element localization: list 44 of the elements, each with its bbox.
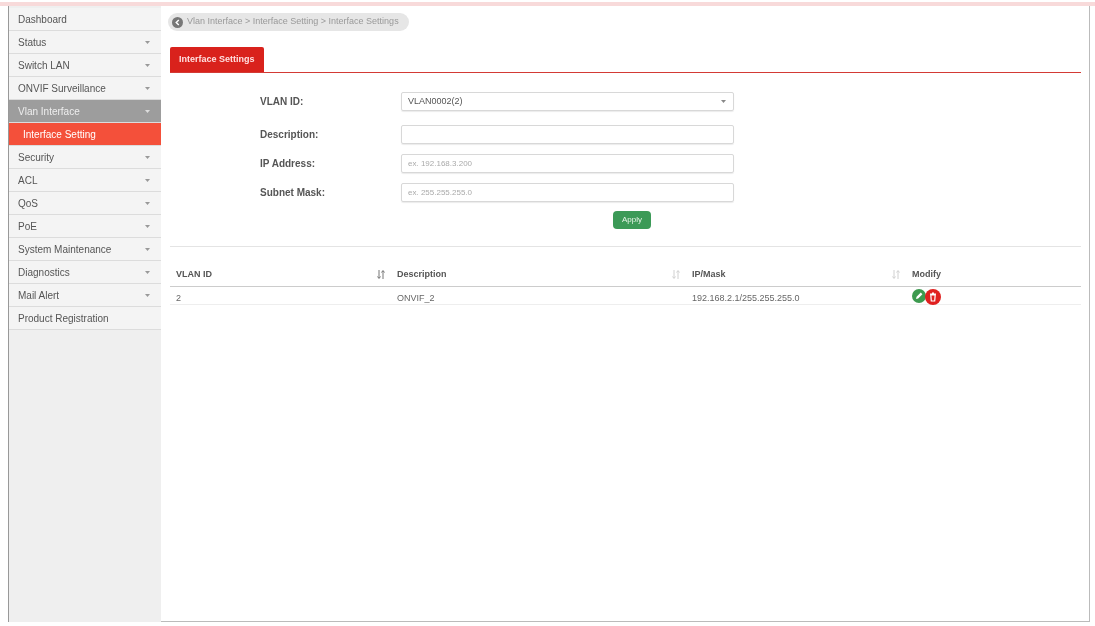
caret-down-icon bbox=[145, 224, 150, 228]
back-arrow-icon[interactable] bbox=[172, 16, 183, 28]
table-cell: 2 bbox=[176, 292, 181, 303]
caret-down-icon bbox=[145, 63, 150, 67]
table-cell: ONVIF_2 bbox=[397, 292, 435, 303]
column-header[interactable]: Modify bbox=[912, 267, 941, 282]
field-label: Description: bbox=[260, 128, 320, 142]
sidebar-item[interactable]: PoE bbox=[9, 215, 161, 238]
sidebar-item[interactable]: System Maintenance bbox=[9, 238, 161, 261]
column-header[interactable]: IP/Mask bbox=[692, 267, 726, 282]
sidebar-item[interactable]: Dashboard bbox=[9, 8, 161, 31]
sidebar-item[interactable]: QoS bbox=[9, 192, 161, 215]
field-label: VLAN ID: bbox=[260, 95, 305, 109]
sidebar-item[interactable]: ACL bbox=[9, 169, 161, 192]
sidebar-item[interactable]: Status bbox=[9, 31, 161, 54]
caret-down-icon bbox=[145, 178, 150, 182]
sidebar-item[interactable]: Security bbox=[9, 146, 161, 169]
input-field[interactable] bbox=[401, 125, 734, 144]
caret-down-icon bbox=[721, 100, 726, 103]
column-header[interactable]: VLAN ID bbox=[176, 267, 212, 282]
caret-down-icon bbox=[145, 40, 150, 44]
caret-down-icon bbox=[145, 293, 150, 297]
caret-down-icon bbox=[145, 155, 150, 159]
trash-icon[interactable] bbox=[925, 289, 941, 305]
column-header[interactable]: Description bbox=[397, 267, 447, 282]
table-cell: 192.168.2.1/255.255.255.0 bbox=[692, 292, 800, 303]
tab[interactable]: Interface Settings bbox=[170, 47, 264, 72]
caret-down-icon bbox=[145, 109, 150, 113]
input-field[interactable]: ex. 192.168.3.200 bbox=[401, 154, 734, 173]
caret-down-icon bbox=[145, 201, 150, 205]
field-label: Subnet Mask: bbox=[260, 186, 326, 200]
pencil-icon[interactable] bbox=[912, 288, 926, 303]
caret-down-icon bbox=[145, 86, 150, 90]
sidebar-item[interactable]: Mail Alert bbox=[9, 284, 161, 307]
sidebar-item[interactable]: Switch LAN bbox=[9, 54, 161, 77]
input-field[interactable]: ex. 255.255.255.0 bbox=[401, 183, 734, 202]
sidebar-item[interactable]: ONVIF Surveillance bbox=[9, 77, 161, 100]
sidebar-item[interactable]: Product Registration bbox=[9, 307, 161, 330]
field-label: IP Address: bbox=[260, 157, 317, 171]
caret-down-icon bbox=[145, 270, 150, 274]
vlan-select[interactable]: VLAN0002(2) bbox=[401, 92, 734, 111]
sort-arrows-icon[interactable] bbox=[377, 270, 385, 279]
sidebar-item[interactable]: Diagnostics bbox=[9, 261, 161, 284]
caret-down-icon bbox=[145, 247, 150, 251]
